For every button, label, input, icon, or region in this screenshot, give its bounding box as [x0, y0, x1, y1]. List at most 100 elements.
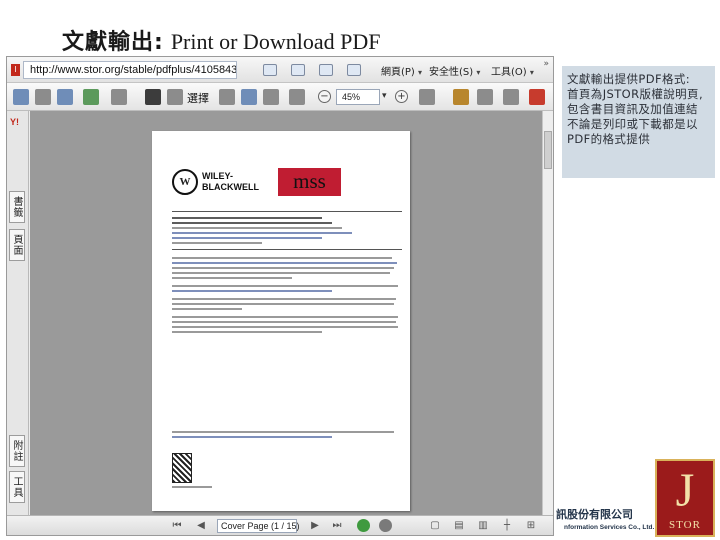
- jstor-stamp-icon: [172, 453, 192, 483]
- pdf-cover-page: W WILEY-BLACKWELL mss: [152, 131, 410, 511]
- menu-security-label: 安全性(S): [429, 67, 474, 78]
- annotation-note: 文獻輸出提供PDF格式: 首頁為JSTOR版權說明頁, 包含書目資訊及加值連結 …: [562, 66, 715, 178]
- url-input[interactable]: http://www.stor.org/stable/pdfplus/41058…: [23, 61, 237, 79]
- slide-title-cjk: 文獻輸出:: [62, 30, 164, 55]
- feed-icon[interactable]: [291, 64, 305, 76]
- fullscreen-icon[interactable]: ⊞: [525, 520, 537, 532]
- terms-text-line: [172, 303, 394, 305]
- note-line: 首頁為JSTOR版權說明頁, 包含書目資訊及加值連結: [567, 87, 704, 116]
- terms-text-line: [172, 331, 322, 333]
- jstor-logo-text: STOR: [669, 519, 701, 531]
- read-mode-icon[interactable]: [503, 89, 519, 105]
- pdf-statusbar: ⏮ ◀ Cover Page (1 / 15) ▶ ⏭ ▢ ▤ ▥ ┼ ⊞: [7, 515, 553, 535]
- page-icon[interactable]: [289, 89, 305, 105]
- last-page-icon[interactable]: ⏭: [331, 520, 343, 532]
- menu-security[interactable]: 安全性(S) ▾: [429, 63, 480, 78]
- email-icon[interactable]: [57, 89, 73, 105]
- next-view-icon[interactable]: [379, 519, 392, 532]
- zoom-input[interactable]: 45%: [336, 89, 380, 105]
- facing-icon[interactable]: ▥: [477, 520, 489, 532]
- terms-text-line: [172, 298, 396, 300]
- hand-icon[interactable]: [145, 89, 161, 105]
- menu-page-label: 網頁(P): [381, 67, 415, 78]
- home-icon[interactable]: [263, 64, 277, 76]
- jstor-url-line: [172, 486, 212, 488]
- print-icon[interactable]: [35, 89, 51, 105]
- print-browser-icon[interactable]: [347, 64, 361, 76]
- select-icon[interactable]: [167, 89, 183, 105]
- article-author-line: [172, 222, 332, 224]
- menu-page[interactable]: 網頁(P) ▾: [381, 63, 422, 78]
- first-page-icon[interactable]: ⏮: [171, 520, 183, 532]
- comment-icon[interactable]: [453, 89, 469, 105]
- tab-tools[interactable]: 工具: [9, 471, 25, 503]
- chevron-down-icon: ▾: [418, 68, 423, 77]
- menu-tools-label: 工具(O): [491, 67, 527, 78]
- search-icon[interactable]: [111, 89, 127, 105]
- tab-pages[interactable]: 頁面: [9, 229, 25, 261]
- slide-title: 文獻輸出: Print or Download PDF: [62, 24, 380, 56]
- pdf-toolbar: 選擇 − 45% ▾ +: [7, 83, 553, 111]
- page-number-input[interactable]: Cover Page (1 / 15): [217, 519, 300, 533]
- previous-view-icon[interactable]: [357, 519, 370, 532]
- scrollbar-thumb[interactable]: [544, 131, 552, 169]
- article-publisher-line: [172, 232, 352, 234]
- terms-text-line: [172, 326, 398, 328]
- more-tools-icon[interactable]: »: [543, 59, 549, 69]
- prev-page-icon[interactable]: ◀: [195, 520, 207, 532]
- chevron-down-icon: ▾: [476, 68, 481, 77]
- terms-text-line: [172, 290, 332, 292]
- fit-page-icon[interactable]: [419, 89, 435, 105]
- note-line: 文獻輸出提供PDF格式:: [567, 72, 691, 86]
- document-viewport[interactable]: W WILEY-BLACKWELL mss: [30, 111, 542, 515]
- company-name-cn: 訊股份有限公司: [556, 508, 633, 521]
- select-tool-label[interactable]: 選擇: [187, 90, 209, 106]
- share-icon[interactable]: [83, 89, 99, 105]
- split-icon[interactable]: ┼: [501, 520, 513, 532]
- zoom-dropdown-icon[interactable]: [263, 89, 279, 105]
- terms-text-line: [172, 272, 390, 274]
- wiley-logo-icon: W: [172, 169, 198, 195]
- terms-text-line: [172, 262, 397, 264]
- page-divider: [172, 211, 402, 212]
- jstor-logo-letter: J: [675, 464, 695, 517]
- terms-text-line: [172, 257, 392, 259]
- menu-tools[interactable]: 工具(O) ▾: [491, 63, 534, 78]
- terms-text-line: [172, 285, 398, 287]
- single-page-icon[interactable]: ▢: [429, 520, 441, 532]
- mail-icon[interactable]: [319, 64, 333, 76]
- company-name-en: nformation Services Co., Ltd.: [564, 524, 655, 531]
- sign-icon[interactable]: [529, 89, 545, 105]
- next-page-icon[interactable]: ▶: [309, 520, 321, 532]
- jstor-tab-icon[interactable]: I: [11, 64, 20, 76]
- slide-title-latin: Print or Download PDF: [170, 29, 381, 54]
- jstor-logo: J STOR: [655, 459, 715, 537]
- zoom-in-icon[interactable]: +: [395, 90, 408, 103]
- article-title-line: [172, 217, 322, 219]
- terms-text-line: [172, 277, 292, 279]
- footer-text-line: [172, 436, 332, 438]
- undo-icon[interactable]: [477, 89, 493, 105]
- save-icon[interactable]: [13, 89, 29, 105]
- browser-window: I http://www.stor.org/stable/pdfplus/410…: [6, 56, 554, 536]
- vertical-scrollbar[interactable]: [542, 111, 553, 515]
- mss-logo: mss: [278, 168, 341, 196]
- tab-bookmarks[interactable]: 書籤: [9, 191, 25, 223]
- chevron-down-icon[interactable]: ▾: [382, 91, 387, 101]
- terms-text-line: [172, 308, 242, 310]
- zoom-out-icon[interactable]: −: [318, 90, 331, 103]
- zoom-icon[interactable]: [241, 89, 257, 105]
- page-divider: [172, 249, 402, 250]
- continuous-icon[interactable]: ▤: [453, 520, 465, 532]
- stable-url-line: [172, 237, 322, 239]
- chevron-down-icon: ▾: [529, 68, 534, 77]
- snapshot-icon[interactable]: [219, 89, 235, 105]
- footer-text-line: [172, 431, 394, 433]
- note-line: 不論是列印或下載都是以 PDF的格式提供: [567, 117, 698, 146]
- tab-notes[interactable]: 附註: [9, 435, 25, 467]
- terms-text-line: [172, 321, 396, 323]
- left-nav-panel: Y! 書籤 頁面 附註 工具: [7, 111, 29, 515]
- article-source-line: [172, 227, 342, 229]
- terms-text-line: [172, 316, 398, 318]
- wiley-blackwell-logo: WILEY-BLACKWELL: [202, 171, 259, 192]
